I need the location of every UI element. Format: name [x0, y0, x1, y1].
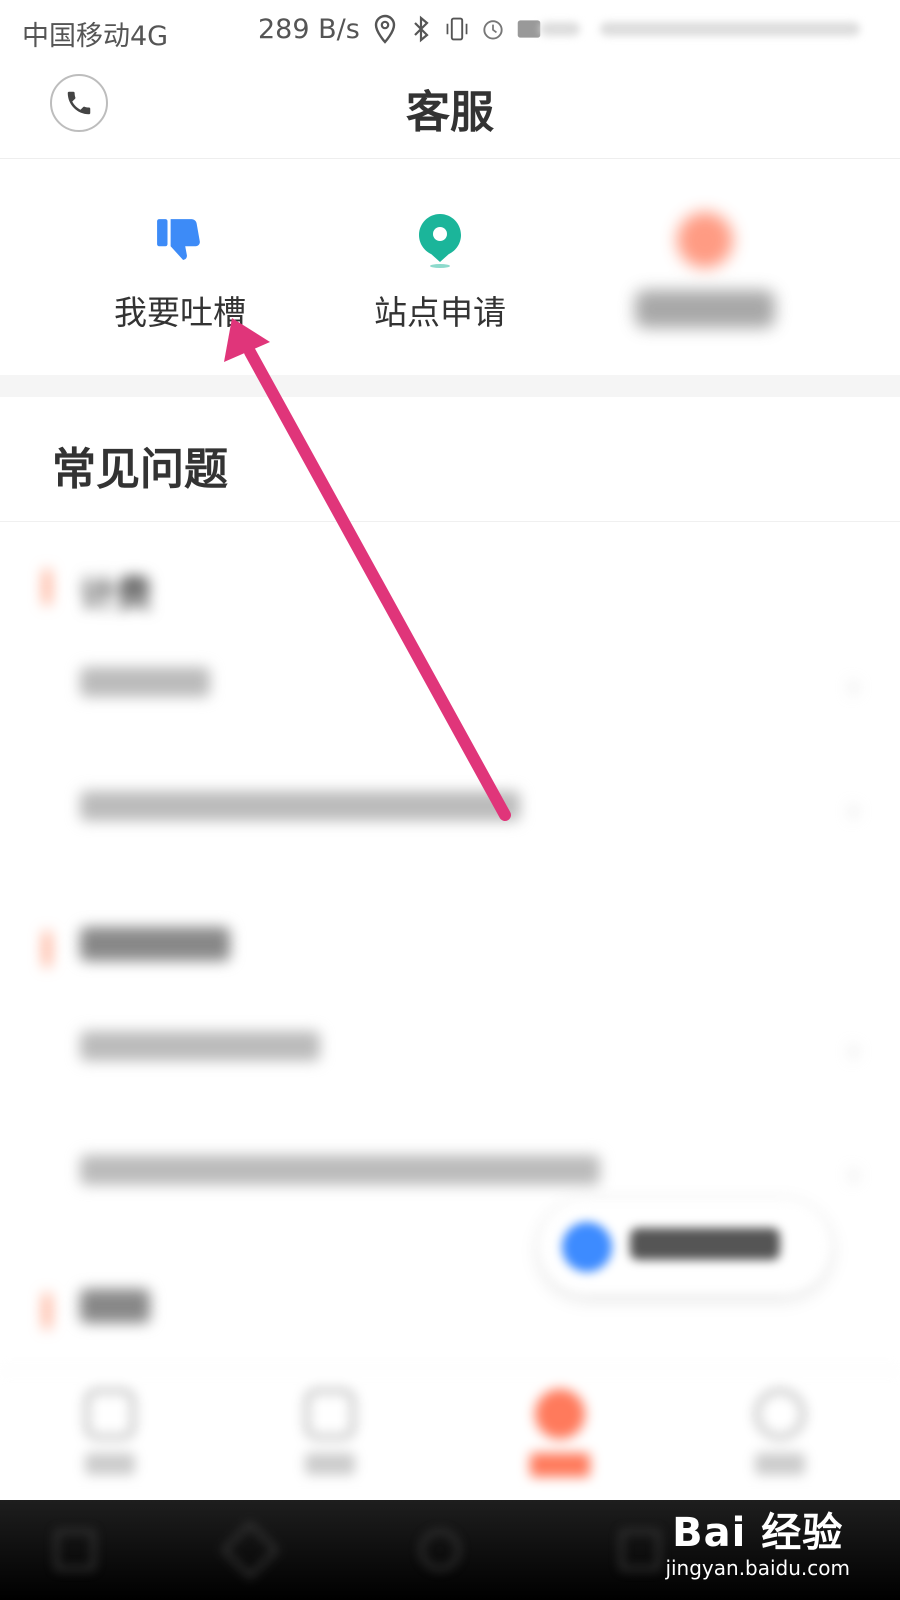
baidu-jingyan-watermark: Bai 经验 jingyan.baidu.com: [665, 1500, 850, 1580]
shortcut-complain[interactable]: 我要吐槽: [80, 160, 280, 334]
status-bar: 中国移动4G 289 B/s: [0, 0, 900, 62]
carrier-label: 中国移动4G: [22, 21, 169, 52]
faq-title: 常见问题: [52, 444, 228, 495]
section-divider: [0, 375, 900, 397]
shortcut-site-apply[interactable]: 站点申请: [340, 160, 540, 334]
faq-question[interactable]: [80, 1155, 860, 1193]
tab-4-icon: [755, 1389, 805, 1439]
network-speed: 289 B/s: [258, 14, 360, 45]
online-service-button[interactable]: [540, 1200, 830, 1294]
status-icons-blurred: [600, 22, 860, 36]
status-icons: [372, 14, 542, 44]
wifi-icon: [540, 22, 580, 36]
tab-4-label: [720, 1453, 840, 1481]
shortcut-third[interactable]: [605, 160, 805, 328]
faq-category[interactable]: [36, 1289, 150, 1332]
tab-4[interactable]: [720, 1389, 840, 1481]
tab-1[interactable]: [50, 1389, 170, 1481]
shortcut-complain-label: 我要吐槽: [114, 293, 246, 332]
faq-question[interactable]: [80, 1031, 860, 1069]
shortcut-third-label: [635, 290, 775, 328]
nav-menu-button[interactable]: [55, 1530, 95, 1570]
tab-2[interactable]: [270, 1389, 390, 1481]
faq-category-billing[interactable]: 计费: [36, 565, 152, 617]
alarm-icon: [483, 20, 503, 40]
nav-recents-button[interactable]: [620, 1530, 660, 1570]
hd-icon: [517, 20, 541, 38]
watermark-url: jingyan.baidu.com: [665, 1556, 850, 1580]
tab-2-icon: [305, 1389, 355, 1439]
online-service-label: [630, 1228, 780, 1269]
tab-3-label: [500, 1453, 620, 1483]
page-title: 客服: [406, 87, 494, 138]
faq-question[interactable]: [80, 791, 860, 829]
tab-3-icon: [535, 1389, 585, 1439]
location-icon: [374, 14, 396, 44]
shortcut-site-apply-label: 站点申请: [374, 293, 506, 332]
watermark-logo: Bai 经验: [672, 1510, 844, 1556]
app-header: 客服: [0, 62, 900, 159]
chat-icon: [562, 1222, 612, 1272]
location-pin-icon: [419, 214, 461, 268]
nav-home-button[interactable]: [420, 1530, 460, 1570]
bottom-tab-bar: [0, 1370, 900, 1501]
vibrate-icon: [446, 17, 468, 41]
thumbs-down-icon: [157, 219, 200, 260]
tab-customer-service[interactable]: [500, 1389, 620, 1483]
nav-back-button[interactable]: [221, 1521, 279, 1579]
faq-category[interactable]: [36, 927, 230, 970]
shortcut-row: 我要吐槽 站点申请: [0, 160, 900, 375]
tab-1-icon: [85, 1389, 135, 1439]
bluetooth-icon: [414, 15, 429, 43]
tab-1-label: [50, 1453, 170, 1481]
tab-2-label: [270, 1453, 390, 1481]
divider: [0, 521, 900, 522]
faq-question[interactable]: [80, 667, 860, 705]
blurred-icon: [677, 212, 733, 268]
